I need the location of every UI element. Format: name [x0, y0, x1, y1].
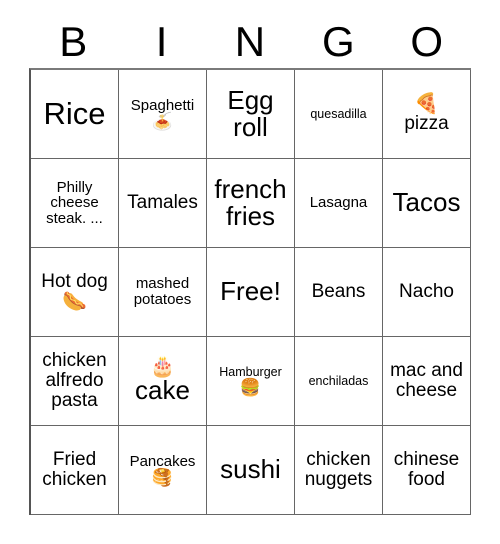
bingo-cell[interactable]: Pancakes 🥞 — [119, 426, 207, 515]
bingo-cell[interactable]: 🍕 pizza — [383, 70, 471, 159]
hotdog-emoji: 🌭 — [62, 290, 87, 313]
bingo-cell[interactable]: Lasagna — [295, 159, 383, 248]
bingo-cell-label: Rice — [43, 95, 106, 131]
bingo-cell-label: Fried chicken — [42, 449, 107, 490]
bingo-cell-label: quesadilla — [310, 106, 367, 121]
bingo-cell[interactable]: mac and cheese — [383, 337, 471, 426]
bingo-cell-label: sushi — [220, 454, 281, 485]
pizza-emoji: 🍕 — [414, 93, 439, 116]
bingo-cell[interactable]: 🎂 cake — [119, 337, 207, 426]
bingo-cell-label: cake — [135, 375, 190, 406]
bingo-cell-label: Hot dog 🌭 — [34, 270, 115, 313]
bingo-cell[interactable]: enchiladas — [295, 337, 383, 426]
bingo-cell[interactable]: chinese food — [383, 426, 471, 515]
bingo-header: BINGO — [29, 16, 471, 68]
bingo-cell-label: enchiladas — [308, 373, 369, 388]
bingo-cell[interactable]: Nacho — [383, 248, 471, 337]
bingo-cell-label: Free! — [220, 276, 281, 307]
bingo-cell[interactable]: chicken alfredo pasta — [31, 337, 119, 426]
bingo-cell[interactable]: Tacos — [383, 159, 471, 248]
bingo-cell-label: chicken nuggets — [304, 449, 373, 490]
bingo-cell[interactable]: french fries — [207, 159, 295, 248]
bingo-header-letter-o: O — [410, 18, 444, 65]
hamburger-emoji: 🍔 — [239, 378, 262, 397]
bingo-header-letter-b: B — [59, 18, 88, 65]
bingo-cell[interactable]: quesadilla — [295, 70, 383, 159]
bingo-cell[interactable]: Rice — [31, 70, 119, 159]
bingo-cell[interactable]: mashed potatoes — [119, 248, 207, 337]
pancakes-emoji: 🥞 — [151, 468, 174, 488]
bingo-cell[interactable]: Egg roll — [207, 70, 295, 159]
bingo-cell-label: mashed potatoes — [133, 275, 192, 308]
bingo-grid: Rice Spaghetti 🍝 Egg roll quesadilla 🍕 pizza Ph… — [29, 68, 471, 515]
bingo-header-letter-n: N — [234, 18, 266, 65]
bingo-cell[interactable]: sushi — [207, 426, 295, 515]
bingo-cell-label: Tacos — [392, 187, 461, 218]
bingo-cell-label: chinese food — [393, 449, 460, 490]
bingo-cell[interactable]: Fried chicken — [31, 426, 119, 515]
bingo-card: B I N G O Rice Spaghetti 🍝 Egg roll quesadilla 🍕 p… — [0, 0, 500, 544]
bingo-cell-label: Tamales — [127, 192, 198, 214]
bingo-free-space[interactable]: Free! — [207, 248, 295, 337]
bingo-cell-label: Pancakes — [129, 452, 196, 470]
bingo-cell-label: Egg roll — [227, 84, 274, 142]
bingo-cell[interactable]: Beans — [295, 248, 383, 337]
cake-emoji: 🎂 — [150, 356, 175, 379]
bingo-cell[interactable]: Hot dog 🌭 — [31, 248, 119, 337]
bingo-cell-label: Spaghetti — [130, 96, 195, 114]
bingo-cell[interactable]: Spaghetti 🍝 — [119, 70, 207, 159]
bingo-cell-label-text: Hot dog — [41, 270, 108, 292]
bingo-cell[interactable]: chicken nuggets — [295, 426, 383, 515]
bingo-cell-label: mac and cheese — [390, 360, 463, 401]
bingo-cell-label: french fries — [214, 173, 287, 231]
bingo-header-letter-i: I — [155, 18, 168, 65]
bingo-cell[interactable]: Philly cheese steak. ... — [31, 159, 119, 248]
bingo-cell-label: chicken alfredo pasta — [42, 350, 107, 411]
bingo-cell[interactable]: Tamales — [119, 159, 207, 248]
bingo-cell-label: Nacho — [399, 281, 454, 303]
bingo-cell[interactable]: Hamburger 🍔 — [207, 337, 295, 426]
bingo-cell-label: pizza — [404, 113, 449, 135]
bingo-cell-label: Beans — [311, 281, 366, 303]
bingo-header-letter-g: G — [322, 18, 355, 65]
spaghetti-emoji: 🍝 — [151, 112, 174, 132]
bingo-cell-label: Lasagna — [309, 194, 368, 212]
bingo-cell-label: Philly cheese steak. ... — [46, 178, 103, 227]
